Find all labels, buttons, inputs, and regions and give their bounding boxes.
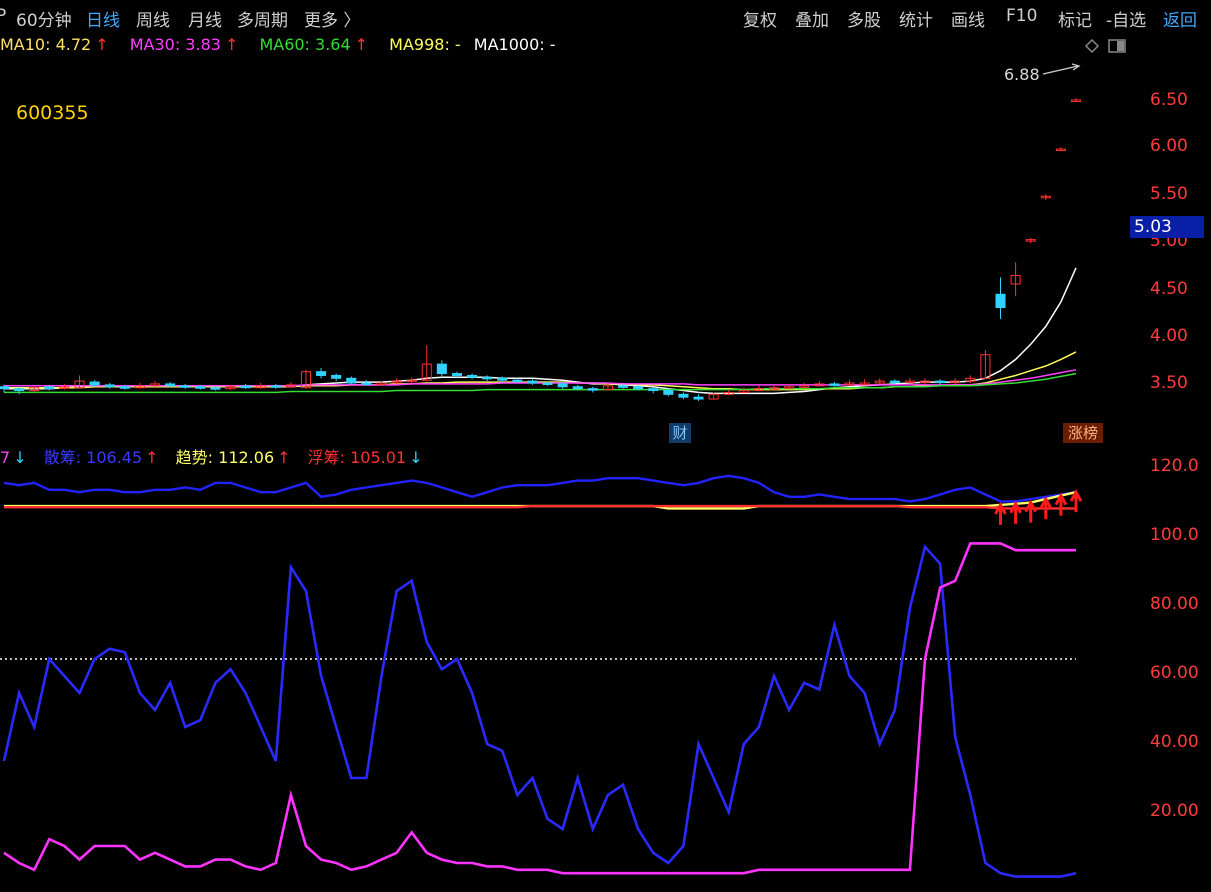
candle-body: [165, 383, 176, 387]
candle-body: [195, 386, 206, 389]
buy-signal-arrow: [1024, 499, 1038, 523]
candle-body: [542, 382, 553, 385]
candle-body: [557, 383, 568, 388]
candle-body: [482, 376, 493, 380]
oscillator-line-blue: [2, 544, 1077, 878]
oscillator-panel: [0, 542, 1077, 878]
candle-body: [361, 382, 372, 385]
ma-line-ma30: [4, 351, 1077, 391]
buy-signal-arrow: [1054, 492, 1068, 516]
candle-body: [119, 386, 130, 389]
candle-body: [451, 373, 462, 376]
candle-body: [527, 380, 538, 384]
candle-body: [44, 386, 55, 390]
candle-body: [436, 363, 447, 375]
diamond-icon[interactable]: [1084, 38, 1100, 54]
candle-body: [648, 388, 659, 392]
candle-body: [693, 396, 704, 400]
panel-toggle-fill: [1117, 41, 1124, 51]
candle-body: [678, 393, 689, 398]
candle-body: [331, 374, 342, 379]
candle-body: [14, 388, 25, 392]
candle-body: [618, 385, 629, 388]
candle-body: [180, 385, 191, 388]
candle-body: [497, 377, 508, 381]
candle-body: [316, 371, 327, 376]
candle-body: [889, 380, 900, 384]
candle-body: [587, 388, 598, 391]
candle-body: [104, 384, 115, 388]
candle-body: [829, 383, 840, 386]
candle-body: [210, 387, 221, 390]
price-panel: [0, 98, 1082, 401]
indicator-line: [3, 474, 1077, 503]
oscillator-line-magenta: [3, 542, 1076, 875]
candle-body: [240, 385, 251, 389]
candle-body: [663, 390, 674, 395]
indicator-line: [4, 504, 1076, 510]
candle-body: [0, 386, 10, 390]
candle-body: [89, 381, 100, 386]
candle-body: [572, 386, 583, 390]
candle-body: [512, 379, 523, 383]
candle-body: [935, 380, 946, 384]
candle-body: [995, 293, 1006, 309]
indicator-panel: [3, 474, 1083, 525]
candle-body: [467, 374, 478, 378]
decor: [1042, 38, 1126, 75]
candle-body: [270, 385, 281, 388]
candle-body: [633, 386, 644, 390]
chart-canvas: [0, 38, 1126, 878]
buy-signal-arrow: [1009, 500, 1022, 524]
ma-line-ma10: [4, 267, 1077, 395]
high-pointer-line: [1042, 65, 1079, 75]
candle-body: [346, 377, 357, 384]
